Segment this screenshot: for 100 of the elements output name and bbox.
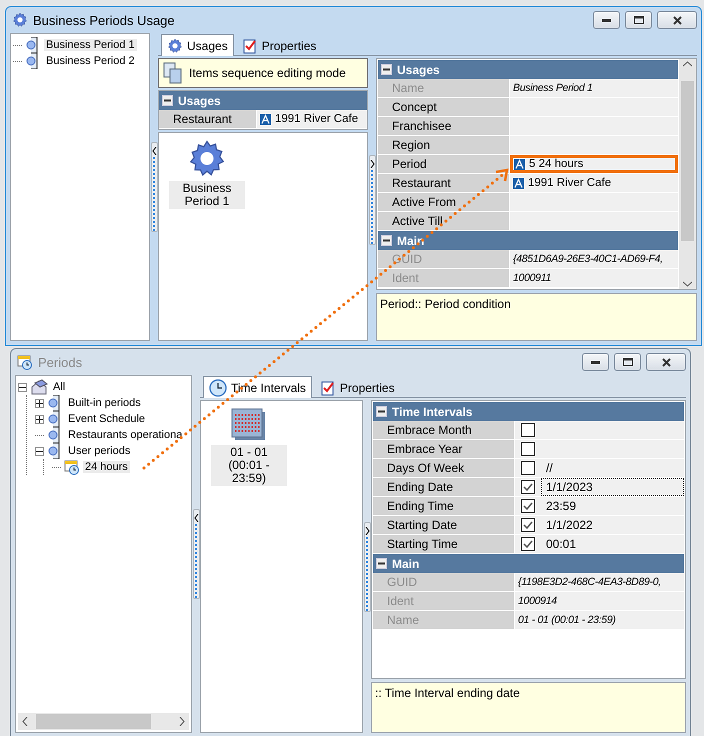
property-value[interactable]: 1/1/2023 — [541, 478, 684, 496]
calendar-clock-icon — [64, 459, 80, 475]
scroll-left-icon[interactable] — [22, 717, 28, 726]
scroll-down-icon[interactable] — [683, 281, 692, 287]
property-label: Ident — [373, 592, 515, 610]
property-label: Ending Time — [373, 497, 515, 515]
calendar-clock-icon — [17, 354, 33, 370]
checkbox[interactable] — [521, 461, 535, 475]
property-label: Embrace Month — [373, 421, 515, 439]
chevron-icon[interactable] — [364, 526, 370, 534]
close-icon[interactable] — [646, 353, 686, 371]
property-label: Active From — [378, 193, 510, 211]
minimize-icon[interactable] — [582, 353, 609, 371]
mode-banner[interactable]: Items sequence editing mode — [158, 58, 368, 88]
close-icon[interactable] — [657, 11, 697, 29]
stacked-pages-icon — [163, 62, 183, 84]
tab[interactable]: Usages — [161, 34, 234, 56]
vertical-scrollbar[interactable] — [679, 59, 696, 289]
tab[interactable]: Time Intervals — [203, 376, 312, 398]
value-cell[interactable]: 1000914 — [515, 592, 684, 610]
property-label: Ending Date — [373, 478, 515, 496]
value-text: Business Period 1 — [513, 82, 593, 94]
checklist-icon — [242, 38, 258, 54]
description-text: :: Time Interval ending date — [371, 682, 686, 733]
section-header[interactable]: Time Intervals — [373, 402, 684, 421]
house-icon — [30, 379, 48, 395]
checklist-icon — [320, 380, 336, 396]
value-cell[interactable] — [510, 98, 678, 116]
property-label: Ident — [378, 269, 510, 287]
window-title: Business Periods Usage — [33, 12, 176, 28]
section-header[interactable]: Main — [373, 554, 684, 573]
checkbox[interactable] — [521, 442, 535, 456]
tree-item[interactable]: Restaurants operationa — [66, 429, 184, 441]
window-title: Periods — [38, 354, 84, 370]
checkbox[interactable] — [521, 423, 535, 437]
tree-item[interactable]: 24 hours — [83, 461, 130, 473]
tree-item[interactable]: All — [51, 381, 68, 393]
checkbox[interactable] — [521, 518, 535, 532]
value-text: 1991 River Cafe — [528, 177, 612, 189]
value-text: 1000911 — [513, 272, 551, 284]
property-label: GUID — [373, 573, 515, 591]
checkbox[interactable] — [521, 537, 535, 551]
collapse-icon[interactable] — [35, 446, 44, 456]
value-text: 1000914 — [518, 595, 557, 607]
value-cell[interactable]: {1198E3D2-468C-4EA3-8D89-0, — [515, 573, 684, 591]
property-label: Starting Time — [373, 535, 515, 553]
clock-icon — [209, 378, 227, 396]
description-text: Period:: Period condition — [376, 293, 697, 341]
collapse-icon[interactable] — [376, 406, 387, 417]
checkbox[interactable] — [521, 499, 535, 513]
chevron-icon[interactable] — [152, 147, 156, 155]
item-label[interactable]: Business Period 1 — [169, 181, 245, 209]
item-label[interactable]: 01 - 01 (00:01 - 23:59) — [211, 445, 287, 486]
collapse-icon[interactable] — [376, 558, 387, 569]
minimize-icon[interactable] — [593, 11, 620, 29]
property-label: Concept — [378, 98, 510, 116]
collapse-icon[interactable] — [18, 382, 27, 392]
expand-icon[interactable] — [35, 414, 44, 424]
value-cell[interactable]: Business Period 1 — [510, 79, 678, 97]
value-text: {1198E3D2-468C-4EA3-8D89-0, — [518, 576, 661, 588]
property-label: Restaurant — [378, 174, 510, 192]
scroll-up-icon[interactable] — [683, 61, 692, 67]
value-cell[interactable]: 1000911 — [510, 269, 678, 287]
property-label: Active Till — [378, 212, 510, 230]
tree-item[interactable]: Built-in periods — [66, 397, 143, 409]
value-text: 01 - 01 (00:01 - 23:59) — [518, 614, 616, 626]
tree-item[interactable]: Event Schedule — [66, 413, 148, 425]
value-text: {4851D6A9-26E3-40C1-AD69-F4, — [513, 253, 663, 265]
value-cell[interactable] — [510, 136, 678, 154]
value-cell[interactable] — [510, 193, 678, 211]
gear-icon — [187, 139, 227, 179]
property-label: Period — [378, 155, 510, 173]
checkbox[interactable] — [521, 480, 535, 494]
value-cell[interactable]: 01 - 01 (00:01 - 23:59) — [515, 611, 684, 629]
tree-item[interactable]: User periods — [66, 445, 132, 457]
tab[interactable]: Properties — [314, 378, 401, 397]
value-cell[interactable]: 1991 River Cafe — [510, 174, 678, 192]
maximize-icon[interactable] — [614, 353, 641, 371]
tree-item[interactable]: Business Period 1 — [44, 39, 137, 51]
collapse-icon[interactable] — [381, 235, 392, 246]
horizontal-scrollbar[interactable] — [18, 713, 189, 730]
value-cell[interactable] — [510, 117, 678, 135]
value-cell[interactable] — [510, 212, 678, 230]
tree-item[interactable]: Business Period 2 — [44, 55, 137, 67]
maximize-icon[interactable] — [625, 11, 652, 29]
chevron-icon[interactable] — [370, 160, 374, 168]
property-label: Days Of Week — [373, 459, 515, 477]
chevron-icon[interactable] — [194, 514, 198, 522]
reference-icon — [513, 178, 524, 188]
scroll-right-icon[interactable] — [179, 717, 185, 726]
section-header[interactable]: Usages — [159, 91, 367, 110]
expand-icon[interactable] — [35, 398, 44, 408]
highlighted-value-cell[interactable]: 5 24 hours — [510, 155, 678, 173]
collapse-icon[interactable] — [381, 64, 392, 75]
tab[interactable]: Properties — [236, 36, 322, 55]
collapse-icon[interactable] — [162, 95, 173, 106]
reference-icon — [260, 114, 271, 124]
value-cell[interactable]: {4851D6A9-26E3-40C1-AD69-F4, — [510, 250, 678, 268]
property-label: Embrace Year — [373, 440, 515, 458]
section-header[interactable]: Usages — [378, 60, 678, 79]
